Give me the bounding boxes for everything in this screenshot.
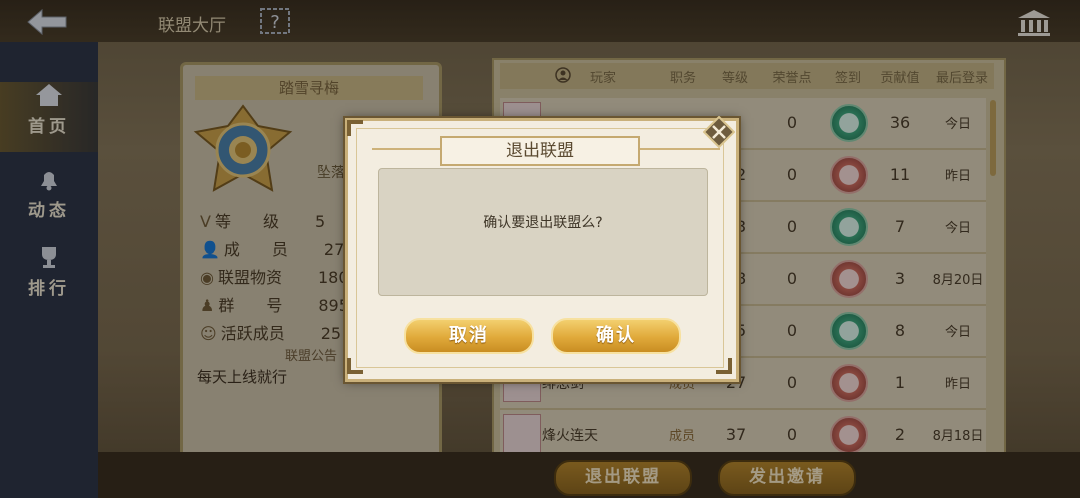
title-divider-right (636, 148, 720, 150)
close-icon[interactable] (703, 116, 735, 148)
dialog-title: 退出联盟 (440, 136, 640, 166)
title-divider-left (372, 148, 440, 150)
corner-ornament-icon (716, 358, 732, 374)
confirm-button[interactable]: 确认 (551, 318, 681, 354)
cancel-button[interactable]: 取消 (404, 318, 534, 354)
dialog-message-box (378, 168, 708, 296)
dialog-message: 确认要退出联盟么? (483, 215, 603, 231)
corner-ornament-icon (347, 358, 363, 374)
corner-ornament-icon (347, 120, 363, 136)
